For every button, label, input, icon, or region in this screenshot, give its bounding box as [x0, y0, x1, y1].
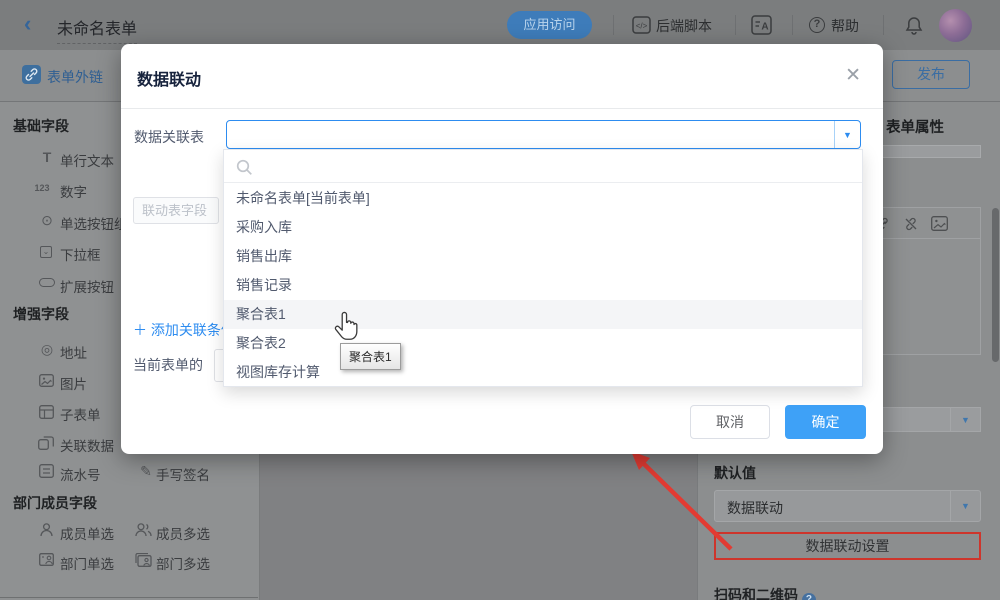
signature-field-icon: ✎ [137, 463, 155, 480]
alias-icon[interactable]: A [751, 15, 772, 40]
sidebar-item-linked-data[interactable]: 关联数据 [60, 435, 114, 455]
sidebar-item-single-line-text[interactable]: 单行文本 [60, 150, 114, 170]
image-field-icon [39, 374, 54, 392]
notification-bell-icon[interactable] [904, 15, 924, 41]
app-window: ‹ 未命名表单 应用访问 </> 后端脚本 A ? 帮助 表单外链 发布 基础字… [0, 0, 1000, 600]
tab-form-external-link[interactable]: 表单外链 [47, 67, 103, 87]
hover-tooltip: 聚合表1 [340, 343, 401, 370]
extension-button-icon [39, 278, 55, 287]
publish-button[interactable]: 发布 [892, 60, 970, 89]
linked-field-select-disabled: 联动表字段 [133, 197, 219, 224]
insert-image-icon[interactable] [931, 216, 948, 231]
remove-link-icon[interactable] [903, 216, 919, 232]
form-title[interactable]: 未命名表单 [57, 15, 137, 44]
dropdown-search-row[interactable] [224, 150, 862, 183]
modal-title: 数据联动 [137, 66, 201, 90]
sidebar-item-serial-number[interactable]: 流水号 [60, 464, 101, 484]
sidebar-item-subform[interactable]: 子表单 [60, 404, 101, 424]
help-icon: ? [809, 17, 825, 33]
sidebar-item-dropdown[interactable]: 下拉框 [60, 244, 101, 264]
member-single-icon [40, 523, 53, 542]
dropdown-option-sales-out[interactable]: 销售出库 [224, 242, 862, 271]
modal-header-divider [121, 108, 883, 109]
chevron-down-icon: ▼ [834, 121, 860, 148]
top-header: ‹ 未命名表单 应用访问 </> 后端脚本 A ? 帮助 [0, 0, 1000, 50]
divider [735, 15, 736, 35]
default-value-label: 默认值 [714, 463, 756, 483]
sidebar-item-dept-multi[interactable]: 部门多选 [156, 553, 210, 573]
linked-table-label: 数据关联表 [134, 127, 204, 147]
radio-group-icon: ⊙ [38, 212, 56, 229]
table-dropdown-panel: 未命名表单[当前表单] 采购入库 销售出库 销售记录 聚合表1 聚合表2 视图库… [223, 149, 863, 387]
form-link-icon [22, 65, 41, 84]
default-value-select[interactable]: 数据联动 ▼ [714, 490, 981, 522]
sidebar-item-image[interactable]: 图片 [60, 373, 87, 393]
address-field-icon: ◎ [38, 341, 56, 358]
section-basic-fields: 基础字段 [13, 116, 69, 136]
sidebar-item-extension-button[interactable]: 扩展按钮 [60, 276, 114, 296]
sidebar-item-dept-single[interactable]: 部门单选 [60, 553, 114, 573]
help-button[interactable]: 帮助 [831, 17, 859, 35]
dropdown-field-icon: ⌄ [40, 246, 52, 258]
dropdown-option-view-stock[interactable]: 视图库存计算 [224, 358, 862, 387]
sidebar-item-radio-group[interactable]: 单选按钮组 [60, 213, 128, 233]
divider [613, 15, 614, 35]
linked-table-select[interactable]: ▼ [226, 120, 861, 149]
ok-button[interactable]: 确定 [785, 405, 866, 439]
divider [792, 15, 793, 35]
dropdown-option-aggregate-2[interactable]: 聚合表2 [224, 329, 862, 358]
svg-text:A: A [761, 22, 768, 33]
dropdown-option-sales-record[interactable]: 销售记录 [224, 271, 862, 300]
tab-form-properties[interactable]: 表单属性 [886, 116, 944, 137]
sidebar-bottom-divider [0, 597, 258, 598]
chevron-down-icon: ▼ [950, 408, 980, 431]
app-access-button[interactable]: 应用访问 [507, 11, 592, 39]
qr-section-text: 扫码和二维码 [714, 587, 798, 600]
member-multi-icon [135, 523, 152, 542]
dropdown-option-aggregate-1[interactable]: 聚合表1 [224, 300, 862, 329]
cancel-button[interactable]: 取消 [690, 405, 770, 439]
dropdown-option-purchase-in[interactable]: 采购入库 [224, 213, 862, 242]
svg-text:</>: </> [636, 22, 648, 31]
sidebar-item-member-multi[interactable]: 成员多选 [156, 523, 210, 543]
code-icon: </> [632, 16, 651, 39]
panel-scrollbar[interactable] [992, 208, 999, 362]
sidebar-item-member-single[interactable]: 成员单选 [60, 523, 114, 543]
serial-number-field-icon [39, 464, 54, 483]
dept-single-icon [39, 553, 54, 571]
sidebar-item-signature[interactable]: 手写签名 [156, 464, 210, 484]
dept-multi-icon [135, 553, 152, 572]
divider [883, 15, 884, 35]
subform-field-icon [39, 405, 54, 424]
default-value-selected: 数据联动 [727, 498, 783, 518]
close-icon[interactable]: ✕ [845, 64, 861, 87]
section-enhanced-fields: 增强字段 [13, 304, 69, 324]
add-condition-link[interactable]: ＋ 添加关联条件 [133, 320, 235, 340]
hand-cursor [333, 311, 359, 342]
linked-data-field-icon [38, 436, 54, 455]
qr-section-label: 扫码和二维码 ? [714, 585, 816, 600]
back-icon[interactable]: ‹ [24, 12, 31, 36]
dropdown-option-current-form[interactable]: 未命名表单[当前表单] [224, 184, 862, 213]
plus-icon: ＋ [133, 322, 147, 338]
current-form-label: 当前表单的 [133, 355, 203, 375]
data-linkage-settings-button[interactable]: 数据联动设置 [714, 532, 981, 560]
section-member-fields: 部门成员字段 [13, 493, 97, 513]
user-avatar[interactable] [939, 9, 972, 42]
text-field-icon: T [38, 149, 56, 165]
sidebar-item-number[interactable]: 数字 [60, 181, 87, 201]
backend-script-button[interactable]: 后端脚本 [656, 17, 712, 35]
sidebar-item-address[interactable]: 地址 [60, 342, 87, 362]
qr-help-icon[interactable]: ? [802, 593, 816, 600]
search-icon [236, 159, 253, 176]
number-field-icon: 123 [33, 183, 51, 193]
chevron-down-icon: ▼ [950, 491, 980, 521]
